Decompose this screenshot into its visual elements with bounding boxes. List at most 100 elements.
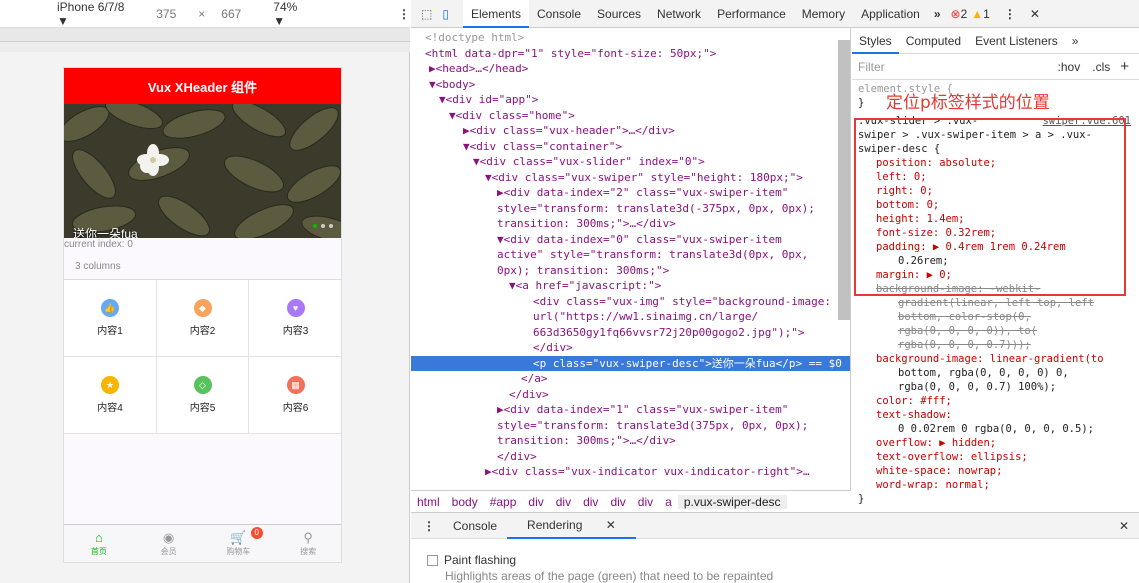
style-line[interactable]: text-overflow: ellipsis; bbox=[852, 450, 1139, 464]
dom-node[interactable]: </a> bbox=[411, 371, 850, 387]
dom-node[interactable]: url("https://ww1.sinaimg.cn/large/ bbox=[411, 309, 850, 325]
dom-node[interactable]: </div> bbox=[411, 387, 850, 403]
dom-node[interactable]: <html data-dpr="1" style="font-size: 50p… bbox=[411, 46, 850, 62]
tab-styles[interactable]: Styles bbox=[852, 28, 899, 54]
style-line[interactable]: bottom, rgba(0, 0, 0, 0) 0, bbox=[852, 366, 1139, 380]
dom-node[interactable]: ▶<div data-index="2" class="vux-swiper-i… bbox=[411, 185, 850, 201]
breadcrumb-item[interactable]: #app bbox=[484, 495, 523, 509]
device-more-button[interactable]: ⋮ bbox=[398, 7, 410, 21]
dom-node[interactable]: transition: 300ms;">…</div> bbox=[411, 216, 850, 232]
style-line[interactable]: bottom, color-stop(0, bbox=[852, 310, 1139, 324]
tab-sources[interactable]: Sources bbox=[589, 0, 649, 28]
style-line[interactable]: rgba(0, 0, 0, 0.7))); bbox=[852, 338, 1139, 352]
device-toggle-icon[interactable]: ▯ bbox=[438, 7, 463, 21]
dom-node[interactable]: ▼<div data-index="0" class="vux-swiper-i… bbox=[411, 232, 850, 248]
breadcrumb-item[interactable]: p.vux-swiper-desc bbox=[677, 494, 787, 509]
error-count[interactable]: 2 bbox=[961, 7, 968, 21]
dom-node[interactable]: ▼<a href="javascript:"> bbox=[411, 278, 850, 294]
styles-filter-input[interactable]: Filter bbox=[858, 60, 1052, 74]
close-tab-icon[interactable]: ✕ bbox=[596, 518, 626, 532]
close-icon[interactable]: ✕ bbox=[1016, 7, 1040, 21]
dom-node-selected[interactable]: <p class="vux-swiper-desc">送你一朵fua</p> =… bbox=[411, 355, 850, 371]
tab-network[interactable]: Network bbox=[649, 0, 709, 28]
style-line[interactable]: background-image: linear-gradient(to bbox=[852, 352, 1139, 366]
grid-item[interactable]: ◆ 内容2 bbox=[157, 280, 249, 357]
dom-node[interactable]: </div> bbox=[411, 449, 850, 465]
tab-memory[interactable]: Memory bbox=[794, 0, 853, 28]
tab-console[interactable]: Console bbox=[529, 0, 589, 28]
dom-node[interactable]: active" style="transform: translate3d(0p… bbox=[411, 247, 850, 263]
style-line[interactable]: rgba(0, 0, 0, 0)), to( bbox=[852, 324, 1139, 338]
style-line[interactable]: 0 0.02rem 0 rgba(0, 0, 0, 0.5); bbox=[852, 422, 1139, 436]
tab-home[interactable]: ⌂ 首页 bbox=[64, 525, 134, 562]
tab-search[interactable]: ⚲ 搜索 bbox=[273, 525, 341, 562]
height-input[interactable]: 667 bbox=[221, 7, 241, 21]
style-line[interactable]: gradient(linear, left top, left bbox=[852, 296, 1139, 310]
style-line[interactable]: rgba(0, 0, 0, 0.7) 100%); bbox=[852, 380, 1139, 394]
device-select[interactable]: iPhone 6/7/8 ▼ bbox=[57, 0, 134, 28]
zoom-select[interactable]: 74% ▼ bbox=[273, 0, 310, 28]
more-tabs-button[interactable]: » bbox=[928, 7, 947, 21]
swiper[interactable]: 送你一朵fua bbox=[64, 104, 341, 238]
indicator-dot[interactable] bbox=[321, 224, 325, 228]
tab-computed[interactable]: Computed bbox=[899, 28, 968, 54]
dom-node[interactable]: </div> bbox=[411, 340, 850, 356]
drawer-menu-icon[interactable]: ⋮ bbox=[411, 519, 443, 533]
drawer-tab-console[interactable]: Console bbox=[443, 519, 507, 533]
add-rule-button[interactable]: + bbox=[1116, 58, 1139, 75]
dom-node[interactable]: ▶<div class="vux-header">…</div> bbox=[411, 123, 850, 139]
breadcrumb-item[interactable]: html bbox=[411, 495, 446, 509]
dom-node[interactable]: transition: 300ms;">…</div> bbox=[411, 433, 850, 449]
style-line[interactable]: color: #fff; bbox=[852, 394, 1139, 408]
tab-more[interactable]: » bbox=[1065, 28, 1086, 54]
tab-performance[interactable]: Performance bbox=[709, 0, 794, 28]
breadcrumb-item[interactable]: body bbox=[446, 495, 484, 509]
dom-node[interactable]: ▶<head>…</head> bbox=[411, 61, 850, 77]
breadcrumb-item[interactable]: div bbox=[522, 495, 549, 509]
grid-item[interactable]: ▦ 内容6 bbox=[249, 357, 341, 434]
tab-event-listeners[interactable]: Event Listeners bbox=[968, 28, 1065, 54]
style-line[interactable]: text-shadow: bbox=[852, 408, 1139, 422]
devtools-menu-icon[interactable]: ⋮ bbox=[990, 7, 1016, 21]
tab-member[interactable]: ◉ 会员 bbox=[134, 525, 204, 562]
grid-item[interactable]: ♥ 内容3 bbox=[249, 280, 341, 357]
dom-node[interactable]: ▼<div id="app"> bbox=[411, 92, 850, 108]
breadcrumb-item[interactable]: div bbox=[604, 495, 631, 509]
dom-node[interactable]: ▶<div class="vux-indicator vux-indicator… bbox=[411, 464, 850, 480]
dom-node[interactable]: ▼<div class="container"> bbox=[411, 139, 850, 155]
paint-flashing-checkbox[interactable] bbox=[427, 555, 438, 567]
warning-count[interactable]: 1 bbox=[983, 7, 990, 21]
grid-item[interactable]: ◇ 内容5 bbox=[157, 357, 249, 434]
dom-node[interactable]: ▼<div class="vux-swiper" style="height: … bbox=[411, 170, 850, 186]
dom-node[interactable]: 0px); transition: 300ms;"> bbox=[411, 263, 850, 279]
breadcrumb-item[interactable]: div bbox=[550, 495, 577, 509]
style-line[interactable]: white-space: nowrap; bbox=[852, 464, 1139, 478]
breadcrumb-item[interactable]: div bbox=[632, 495, 659, 509]
dom-node[interactable]: ▶<div data-index="1" class="vux-swiper-i… bbox=[411, 402, 850, 418]
style-line[interactable]: overflow: ▶ hidden; bbox=[852, 436, 1139, 450]
close-drawer-icon[interactable]: ✕ bbox=[1109, 519, 1139, 533]
grid-item[interactable]: ★ 内容4 bbox=[64, 357, 157, 434]
dom-node[interactable]: <div class="vux-img" style="background-i… bbox=[411, 294, 850, 310]
breadcrumb-item[interactable]: div bbox=[577, 495, 604, 509]
grid-item[interactable]: 👍 内容1 bbox=[64, 280, 157, 357]
hov-button[interactable]: :hov bbox=[1052, 60, 1087, 74]
drawer-tab-rendering[interactable]: Rendering ✕ bbox=[507, 513, 636, 539]
cls-button[interactable]: .cls bbox=[1086, 60, 1116, 74]
dom-node[interactable]: ▼<div class="vux-slider" index="0"> bbox=[411, 154, 850, 170]
dom-node[interactable]: <!doctype html> bbox=[411, 30, 850, 46]
indicator-dot-active[interactable] bbox=[313, 224, 317, 228]
dom-node[interactable]: style="transform: translate3d(-375px, 0p… bbox=[411, 201, 850, 217]
tab-cart[interactable]: 🛒 0 购物车 bbox=[204, 525, 274, 562]
tab-elements[interactable]: Elements bbox=[462, 0, 529, 28]
dom-node[interactable]: 663d3650gy1fq66vvsr72j20p00gogo2.jpg");"… bbox=[411, 325, 850, 341]
width-input[interactable]: 375 bbox=[156, 7, 176, 21]
dom-node[interactable]: style="transform: translate3d(375px, 0px… bbox=[411, 418, 850, 434]
indicator-dot[interactable] bbox=[329, 224, 333, 228]
style-line[interactable]: word-wrap: normal; bbox=[852, 478, 1139, 492]
breadcrumb-item[interactable]: a bbox=[659, 495, 678, 509]
inspect-icon[interactable]: ⬚ bbox=[411, 7, 438, 21]
tab-application[interactable]: Application bbox=[853, 0, 928, 28]
dom-node[interactable]: ▼<body> bbox=[411, 77, 850, 93]
dom-node[interactable]: ▼<div class="home"> bbox=[411, 108, 850, 124]
